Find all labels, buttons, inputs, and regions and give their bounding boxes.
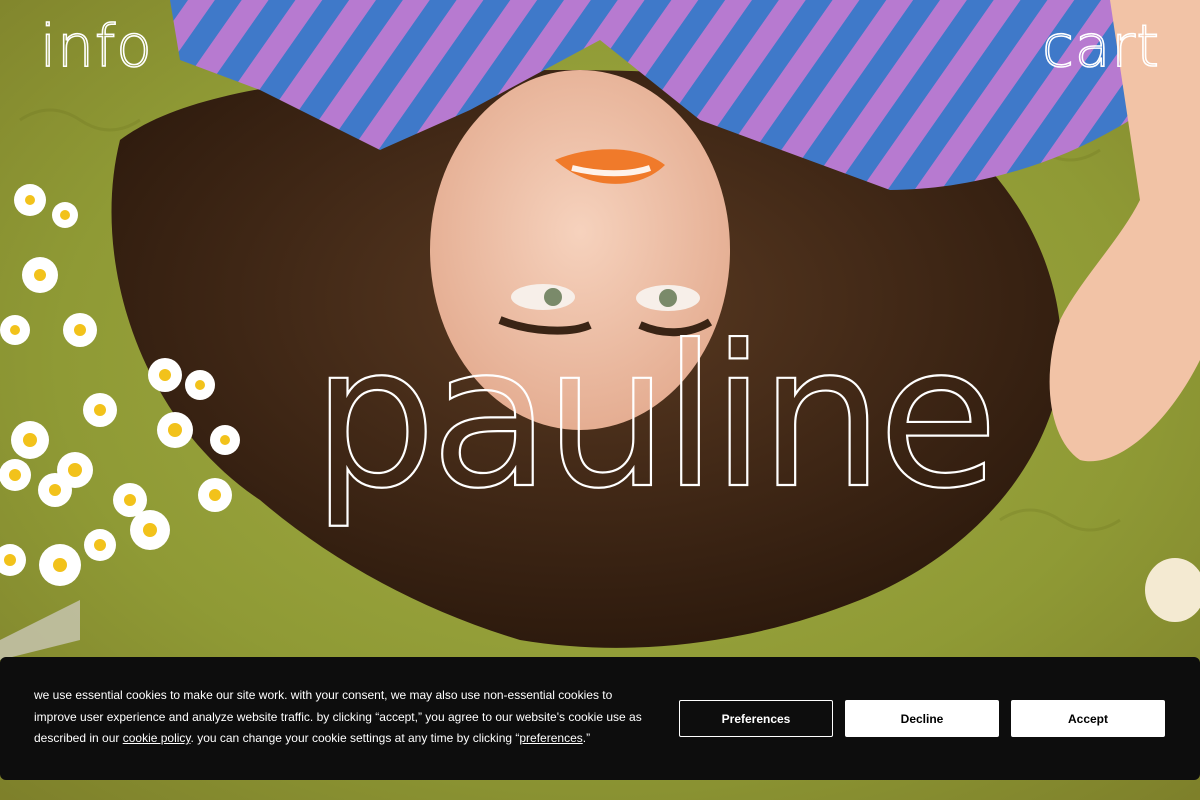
preferences-button[interactable]: Preferences: [679, 700, 833, 737]
nav-cart-label: cart: [1041, 12, 1160, 80]
nav-info-link[interactable]: info: [39, 12, 153, 80]
nav-cart-link[interactable]: cart: [1041, 12, 1160, 80]
preferences-link[interactable]: preferences: [519, 731, 582, 745]
cookie-policy-link[interactable]: cookie policy: [123, 731, 191, 745]
accept-button[interactable]: Accept: [1011, 700, 1165, 737]
decline-button[interactable]: Decline: [845, 700, 999, 737]
cookie-banner: we use essential cookies to make our sit…: [0, 657, 1200, 780]
nav-info-label: info: [39, 12, 153, 80]
cookie-text-middle: . you can change your cookie settings at…: [190, 731, 520, 745]
cookie-message: we use essential cookies to make our sit…: [34, 685, 654, 750]
cookie-text-end: .”: [582, 731, 591, 745]
